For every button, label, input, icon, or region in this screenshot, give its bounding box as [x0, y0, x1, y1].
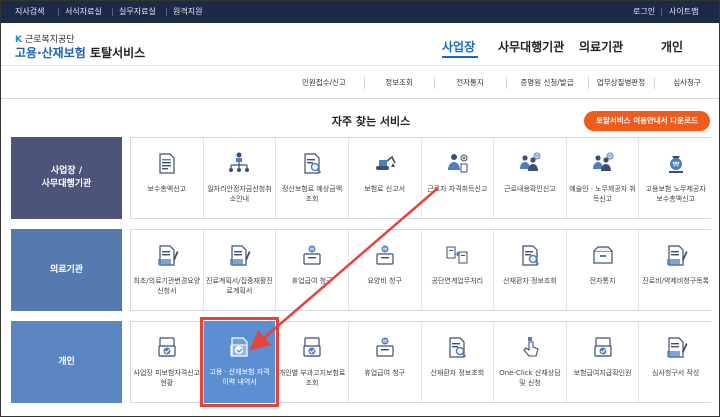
- annotation-arrow: [249, 187, 439, 351]
- browser-page: 지사검색 서식자료실 실무자료실 원격지원 로그인 사이트맵 K 근로복지공단 …: [0, 0, 720, 417]
